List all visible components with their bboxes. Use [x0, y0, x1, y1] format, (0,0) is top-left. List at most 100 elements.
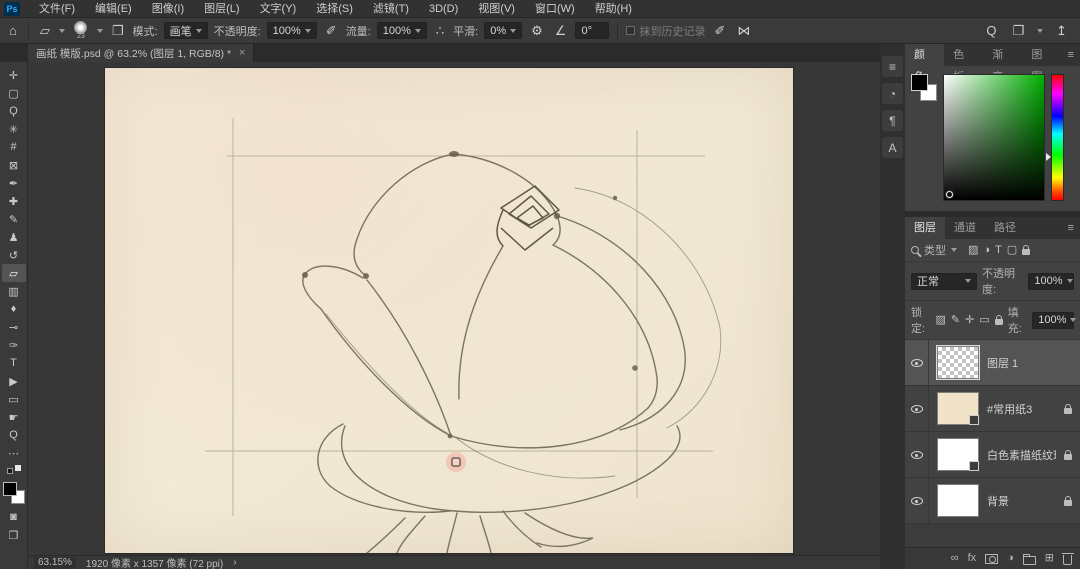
layer-row-texture[interactable]: 白色素描纸纹理 [905, 432, 1080, 478]
screen-mode-icon[interactable]: ❐ [2, 526, 26, 544]
color-picker-marker[interactable] [946, 191, 953, 198]
menu-filter[interactable]: 滤镜(T) [364, 0, 418, 18]
workspace-icon[interactable]: ❐ [1009, 22, 1027, 39]
quick-mask-icon[interactable]: ◙ [2, 508, 26, 526]
shape-tool[interactable]: ▭ [2, 390, 26, 408]
panel-menu-icon[interactable]: ≡ [1062, 222, 1080, 234]
tab-channels[interactable]: 通道 [945, 217, 985, 239]
home-icon[interactable]: ⌂ [6, 22, 20, 39]
delete-layer-icon[interactable] [1063, 555, 1072, 565]
zoom-tool[interactable]: Q [2, 426, 26, 444]
menu-type[interactable]: 文字(Y) [251, 0, 306, 18]
chevron-down-icon[interactable] [97, 29, 103, 33]
tab-paths[interactable]: 路径 [985, 217, 1025, 239]
panel-menu-icon[interactable]: ≡ [1062, 49, 1080, 61]
adjustment-layer-icon[interactable]: ◑ [1007, 553, 1014, 564]
chevron-down-icon[interactable] [59, 29, 65, 33]
foreground-background-swatches[interactable] [3, 482, 25, 504]
filter-adjustment-layers-icon[interactable]: ◑ [983, 245, 990, 256]
tab-patterns[interactable]: 图案 [1022, 44, 1061, 66]
layer-thumbnail[interactable] [937, 438, 979, 471]
tab-layers[interactable]: 图层 [905, 217, 945, 239]
filter-type-layers-icon[interactable]: T [995, 245, 1002, 256]
search-icon[interactable]: Q [983, 22, 999, 39]
healing-brush-tool[interactable]: ✚ [2, 192, 26, 210]
flow-select[interactable]: 100% [377, 22, 427, 39]
layer-opacity-select[interactable]: 100% [1028, 273, 1074, 290]
foreground-color-swatch[interactable] [3, 482, 17, 496]
chevron-down-icon[interactable] [1037, 29, 1043, 33]
history-panel-icon[interactable]: ◔ [882, 83, 903, 104]
fill-select[interactable]: 100% [1032, 312, 1074, 329]
edit-toolbar-icon[interactable]: ⋯ [2, 444, 26, 462]
menu-view[interactable]: 视图(V) [469, 0, 524, 18]
gear-icon[interactable]: ⚙ [528, 22, 546, 39]
layer-name[interactable]: 图层 1 [987, 355, 1056, 371]
menu-window[interactable]: 窗口(W) [526, 0, 584, 18]
swap-colors-icon[interactable] [7, 465, 21, 477]
eyedropper-tool[interactable]: ✒ [2, 174, 26, 192]
hue-slider-marker[interactable] [1046, 153, 1051, 161]
menu-help[interactable]: 帮助(H) [586, 0, 641, 18]
link-layers-icon[interactable]: ∞ [951, 553, 959, 564]
menu-layer[interactable]: 图层(L) [195, 0, 248, 18]
layer-row-paper3[interactable]: #常用纸3 [905, 386, 1080, 432]
blur-tool[interactable]: ♦ [2, 300, 26, 318]
smoothing-select[interactable]: 0% [484, 22, 522, 39]
add-layer-mask-icon[interactable] [985, 554, 998, 564]
lock-position-icon[interactable]: ✛ [965, 315, 974, 326]
frame-tool[interactable]: ⊠ [2, 156, 26, 174]
lock-transparent-pixels-icon[interactable]: ▨ [936, 315, 946, 326]
mode-select[interactable]: 画笔 [164, 22, 208, 39]
adjustments-panel-icon[interactable]: ≡ [882, 56, 903, 77]
foreground-color-swatch[interactable] [911, 74, 928, 91]
new-layer-icon[interactable]: ⊞ [1045, 553, 1054, 564]
layer-name[interactable]: 白色素描纸纹理 [987, 447, 1056, 463]
quick-selection-tool[interactable]: ✳ [2, 120, 26, 138]
filter-shape-layers-icon[interactable]: ▢ [1007, 245, 1017, 256]
menu-edit[interactable]: 编辑(E) [86, 0, 141, 18]
visibility-toggle[interactable] [905, 340, 929, 385]
filter-locked-layers-icon[interactable] [1022, 249, 1030, 255]
gradient-tool[interactable]: ▥ [2, 282, 26, 300]
canvas-area[interactable] [28, 62, 880, 555]
character-panel-icon[interactable]: A [882, 137, 903, 158]
visibility-toggle[interactable] [905, 432, 929, 477]
erase-to-history-checkbox[interactable]: 抹到历史记录 [626, 23, 705, 39]
path-selection-tool[interactable]: ▶ [2, 372, 26, 390]
status-chevron-icon[interactable]: › [233, 557, 236, 568]
tab-color[interactable]: 颜色 [905, 44, 944, 66]
airbrush-icon[interactable]: ∴ [433, 22, 447, 39]
lock-all-icon[interactable] [995, 319, 1003, 325]
tab-swatches[interactable]: 色板 [944, 44, 983, 66]
layer-name[interactable]: #常用纸3 [987, 401, 1056, 417]
new-group-icon[interactable] [1023, 556, 1036, 565]
blend-mode-select[interactable]: 正常 [911, 273, 977, 290]
eraser-tool[interactable]: ▱ [2, 264, 26, 282]
brush-preset-picker[interactable]: 23 [71, 21, 91, 40]
tab-gradients[interactable]: 渐变 [983, 44, 1022, 66]
type-tool[interactable]: T [2, 354, 26, 372]
layer-thumbnail[interactable] [937, 346, 979, 379]
visibility-toggle[interactable] [905, 386, 929, 431]
opacity-pressure-icon[interactable]: ✐ [323, 22, 340, 39]
opacity-select[interactable]: 100% [267, 22, 317, 39]
layer-row-background[interactable]: 背景 [905, 478, 1080, 524]
close-icon[interactable]: × [239, 47, 245, 59]
layer-name[interactable]: 背景 [987, 493, 1056, 509]
lock-artboard-icon[interactable]: ▭ [979, 315, 989, 326]
size-pressure-icon[interactable]: ✐ [711, 22, 728, 39]
chevron-down-icon[interactable] [951, 248, 957, 252]
filter-pixel-layers-icon[interactable]: ▨ [968, 245, 978, 256]
visibility-toggle[interactable] [905, 478, 929, 523]
menu-image[interactable]: 图像(I) [143, 0, 193, 18]
zoom-level-field[interactable]: 63.15% [34, 557, 76, 569]
photoshop-logo[interactable]: Ps [4, 2, 20, 16]
eraser-preset-icon[interactable]: ▱ [37, 22, 53, 39]
hand-tool[interactable]: ☛ [2, 408, 26, 426]
move-tool[interactable]: ✛ [2, 66, 26, 84]
dodge-tool[interactable]: ⊸ [2, 318, 26, 336]
menu-3d[interactable]: 3D(D) [420, 0, 467, 18]
lock-image-pixels-icon[interactable]: ✎ [951, 315, 960, 326]
lasso-tool[interactable]: Ϙ [2, 102, 26, 120]
